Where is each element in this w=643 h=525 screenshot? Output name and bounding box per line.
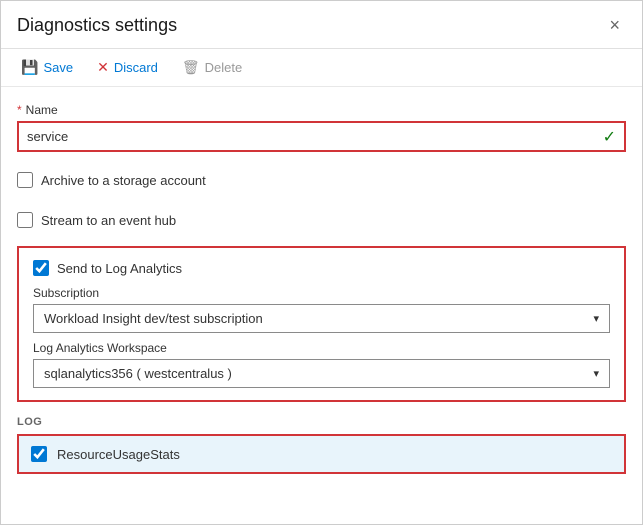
discard-label: Discard [114,60,158,75]
input-valid-icon: ✓ [595,127,624,147]
delete-icon: 🗑 [182,59,200,76]
stream-checkbox-row: Stream to an event hub [17,206,626,234]
toolbar: 💾 Save ✕ Discard 🗑 Delete [1,49,642,87]
delete-button[interactable]: 🗑 Delete [178,57,246,78]
discard-icon: ✕ [97,59,109,76]
name-field-group: * Name ✓ [17,103,626,152]
log-section: LOG ResourceUsageStats [17,416,626,474]
workspace-select-wrapper: sqlanalytics356 ( westcentralus ) ▾ [33,359,610,388]
required-indicator: * [17,103,22,117]
name-field-label-text: Name [26,103,58,117]
archive-checkbox-row: Archive to a storage account [17,166,626,194]
resource-usage-stats-label: ResourceUsageStats [57,447,180,462]
name-input[interactable] [19,123,595,150]
archive-label: Archive to a storage account [41,173,206,188]
subscription-select[interactable]: Workload Insight dev/test subscription [34,305,583,332]
workspace-select[interactable]: sqlanalytics356 ( westcentralus ) [34,360,583,387]
workspace-chevron-icon: ▾ [583,367,609,380]
send-to-log-analytics-row: Send to Log Analytics [33,260,610,276]
log-analytics-label: Send to Log Analytics [57,261,182,276]
delete-label: Delete [205,60,243,75]
stream-label: Stream to an event hub [41,213,176,228]
resource-usage-stats-checkbox[interactable] [31,446,47,462]
subscription-label: Subscription [33,286,610,300]
save-icon: 💾 [21,59,38,76]
save-label: Save [43,60,73,75]
log-row: ResourceUsageStats [19,436,624,472]
name-input-wrapper: ✓ [17,121,626,152]
close-button[interactable]: × [603,13,626,38]
archive-checkbox[interactable] [17,172,33,188]
diagnostics-dialog: Diagnostics settings × 💾 Save ✕ Discard … [0,0,643,525]
log-analytics-checkbox[interactable] [33,260,49,276]
content-area: * Name ✓ Archive to a storage account St… [1,87,642,524]
log-rows-container: ResourceUsageStats [17,434,626,474]
title-bar: Diagnostics settings × [1,1,642,49]
subscription-select-wrapper: Workload Insight dev/test subscription ▾ [33,304,610,333]
subscription-chevron-icon: ▾ [583,312,609,325]
log-section-label: LOG [17,416,626,428]
workspace-label: Log Analytics Workspace [33,341,610,355]
stream-checkbox[interactable] [17,212,33,228]
discard-button[interactable]: ✕ Discard [93,57,162,78]
log-analytics-section: Send to Log Analytics Subscription Workl… [17,246,626,402]
save-button[interactable]: 💾 Save [17,57,77,78]
name-label: * Name [17,103,626,117]
dialog-title: Diagnostics settings [17,15,177,36]
